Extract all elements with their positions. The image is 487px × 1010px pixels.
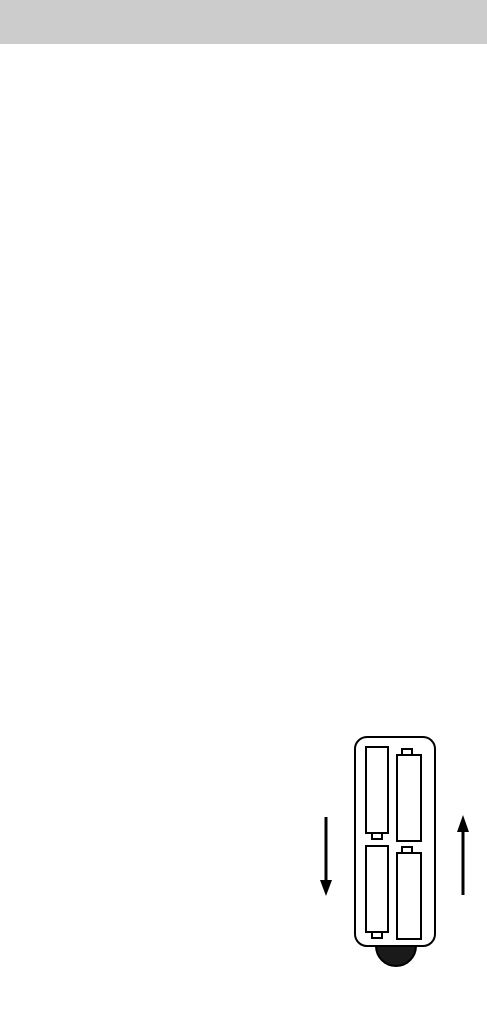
battery-right-top bbox=[396, 748, 422, 842]
page bbox=[0, 0, 487, 1010]
battery-left-top bbox=[365, 746, 389, 840]
release-knob bbox=[374, 945, 418, 967]
battery-left-bottom bbox=[365, 845, 389, 939]
arrow-down-icon bbox=[320, 817, 332, 896]
battery-right-bottom bbox=[396, 846, 422, 940]
battery-compartment-diagram bbox=[320, 736, 469, 967]
arrow-up-icon bbox=[457, 815, 469, 895]
header-bar bbox=[0, 0, 487, 44]
